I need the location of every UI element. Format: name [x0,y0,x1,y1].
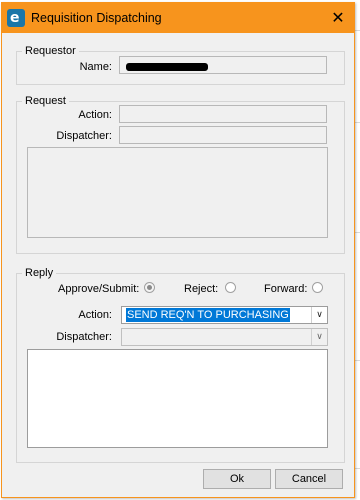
window-title: Requisition Dispatching [31,11,162,25]
request-action-field [119,105,327,123]
app-icon: e [7,9,25,27]
ok-button[interactable]: Ok [203,469,271,489]
reject-radio[interactable] [225,282,236,293]
redacted-name [126,63,208,71]
cancel-button[interactable]: Cancel [275,469,343,489]
request-notes [27,147,328,238]
reply-action-label: Action: [78,309,112,321]
approve-submit-radio[interactable] [144,282,155,293]
reply-comments[interactable] [27,349,328,448]
approve-submit-label: Approve/Submit: [58,283,140,295]
request-action-label: Action: [78,109,112,121]
requisition-dispatching-dialog: e Requisition Dispatching ✕ Requestor Na… [1,2,355,498]
close-icon[interactable]: ✕ [328,8,348,28]
requestor-legend: Requestor [25,45,76,57]
request-dispatcher-field [119,126,327,144]
reply-dispatcher-select: ∨ [121,328,328,346]
reject-label: Reject: [184,283,219,295]
title-bar[interactable]: e Requisition Dispatching ✕ [2,3,354,33]
reply-action-value: SEND REQ'N TO PURCHASING [126,308,290,322]
forward-label: Forward: [264,283,308,295]
request-legend: Request [25,95,66,107]
chevron-down-icon: ∨ [311,329,327,345]
forward-radio[interactable] [312,282,323,293]
request-dispatcher-label: Dispatcher: [56,130,112,142]
name-label: Name: [79,61,112,73]
reply-action-select[interactable]: SEND REQ'N TO PURCHASING ∨ [121,306,328,324]
chevron-down-icon[interactable]: ∨ [311,307,327,323]
reply-dispatcher-label: Dispatcher: [56,331,112,343]
reply-legend: Reply [25,267,54,279]
app-icon-glyph: e [10,10,20,26]
